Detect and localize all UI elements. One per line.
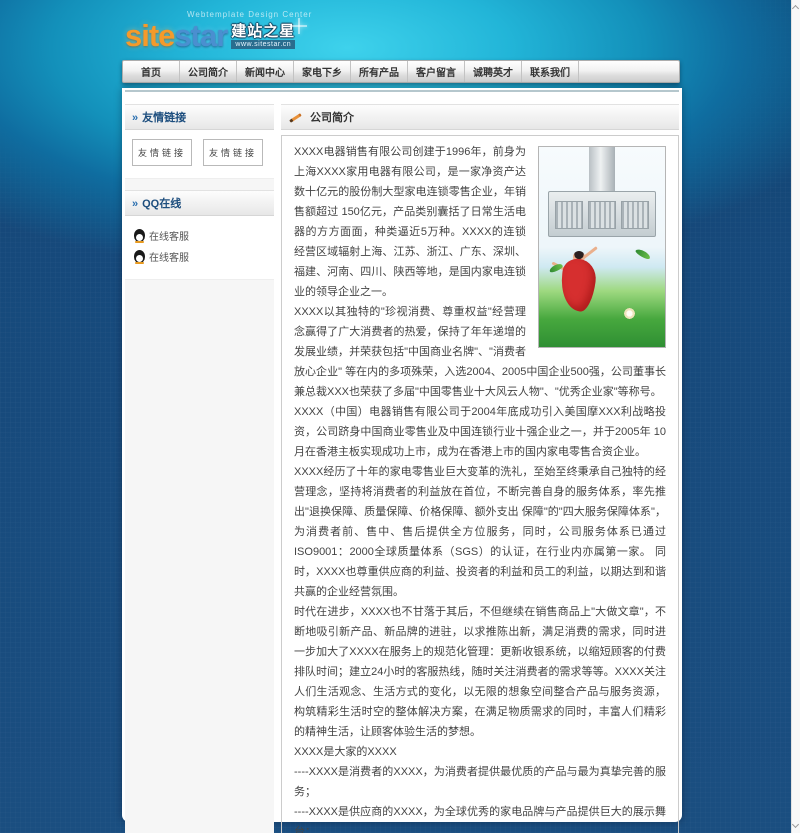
qq-service-link[interactable]: 在线客服 <box>132 246 267 267</box>
page: Webtemplate Design Center site star 建站之星… <box>0 0 800 833</box>
site-logo[interactable]: Webtemplate Design Center site star 建站之星… <box>125 10 385 51</box>
content-container: 06冷风扇 精工技艺，劲风●静音●持久 » 友情链接 友情链接 友情链接 <box>122 88 682 822</box>
friend-link[interactable]: 友情链接 <box>203 139 263 166</box>
qq-online-title: QQ在线 <box>142 198 181 210</box>
dancer-graphic <box>558 257 598 313</box>
nav-item-about[interactable]: 公司简介 <box>180 61 237 82</box>
flower-graphic <box>624 308 635 319</box>
qq-service-link[interactable]: 在线客服 <box>132 225 267 246</box>
article-paragraph: ----XXXX是供应商的XXXX，为全球优秀的家电品牌与产品提供巨大的展示舞台… <box>294 802 666 833</box>
logo-brand-site: site <box>125 20 174 51</box>
qq-online-header: » QQ在线 <box>125 190 274 216</box>
friend-links-section: » 友情链接 友情链接 友情链接 <box>125 104 274 179</box>
qq-online-section: » QQ在线 在线客服 在线客服 <box>125 190 274 280</box>
leaf-graphic <box>635 247 652 260</box>
logo-brand-star: star <box>174 20 227 51</box>
article-body: XXXX电器销售有限公司创建于1996年，前身为上海XXXX家用电器有限公司，是… <box>281 135 679 833</box>
double-chevron-icon: » <box>132 112 138 124</box>
qq-service-label: 在线客服 <box>149 228 189 243</box>
nav-item-products[interactable]: 所有产品 <box>351 61 408 82</box>
logo-brand-chinese: 建站之星 <box>231 24 295 39</box>
nav-item-news[interactable]: 新闻中心 <box>237 61 294 82</box>
nav-item-home[interactable]: 首页 <box>123 61 180 82</box>
qq-penguin-icon <box>134 250 145 263</box>
article-paragraph: XXXX经历了十年的家电零售业巨大变革的洗礼，至始至终秉承自己独特的经营理念，坚… <box>294 462 666 602</box>
scroll-up-icon[interactable] <box>792 5 799 12</box>
sparkle-icon <box>291 18 307 34</box>
vertical-scrollbar[interactable] <box>791 0 800 833</box>
friend-links-title: 友情链接 <box>142 112 186 124</box>
vine-graphic <box>422 91 423 92</box>
nav-item-appliance-countryside[interactable]: 家电下乡 <box>294 61 351 82</box>
range-hood-chimney-graphic <box>589 147 615 193</box>
nav-item-guestbook[interactable]: 客户留言 <box>408 61 465 82</box>
article-title: 公司简介 <box>310 109 354 125</box>
nav-item-contact[interactable]: 联系我们 <box>522 61 579 82</box>
qq-penguin-icon <box>134 229 145 242</box>
vine-graphic <box>430 91 431 92</box>
nav-filler <box>579 61 679 82</box>
article-paragraph: ----XXXX是消费者的XXXX，为消费者提供最优质的产品与最为真挚完善的服务… <box>294 762 666 802</box>
article-paragraph: 时代在进步，XXXX也不甘落于其后，不但继续在销售商品上"大做文章"，不断地吸引… <box>294 602 666 742</box>
pencil-icon <box>289 111 304 124</box>
logo-url: www.sitestar.cn <box>231 40 295 49</box>
sidebar: » 友情链接 友情链接 友情链接 » QQ在线 <box>125 104 274 833</box>
article-paragraph: XXXX是大家的XXXX <box>294 742 666 762</box>
qq-service-label: 在线客服 <box>149 249 189 264</box>
article-paragraph: XXXX（中国）电器销售有限公司于2004年底成功引入美国摩XXX利战略投资，公… <box>294 402 666 462</box>
scroll-down-icon[interactable] <box>792 821 799 828</box>
nav-item-jobs[interactable]: 诚聘英才 <box>465 61 522 82</box>
leaf-graphic <box>548 262 563 273</box>
hero-banner[interactable]: 06冷风扇 精工技艺，劲风●静音●持久 <box>125 90 679 92</box>
range-hood-grille-graphic <box>555 201 649 229</box>
article-image <box>538 146 666 348</box>
friend-link[interactable]: 友情链接 <box>132 139 192 166</box>
double-chevron-icon: » <box>132 198 138 210</box>
article-header: 公司简介 <box>281 104 679 130</box>
main-article: 公司简介 <box>281 104 679 833</box>
friend-links-header: » 友情链接 <box>125 104 274 130</box>
main-nav: 首页 公司简介 新闻中心 家电下乡 所有产品 客户留言 诚聘英才 联系我们 <box>122 60 680 83</box>
